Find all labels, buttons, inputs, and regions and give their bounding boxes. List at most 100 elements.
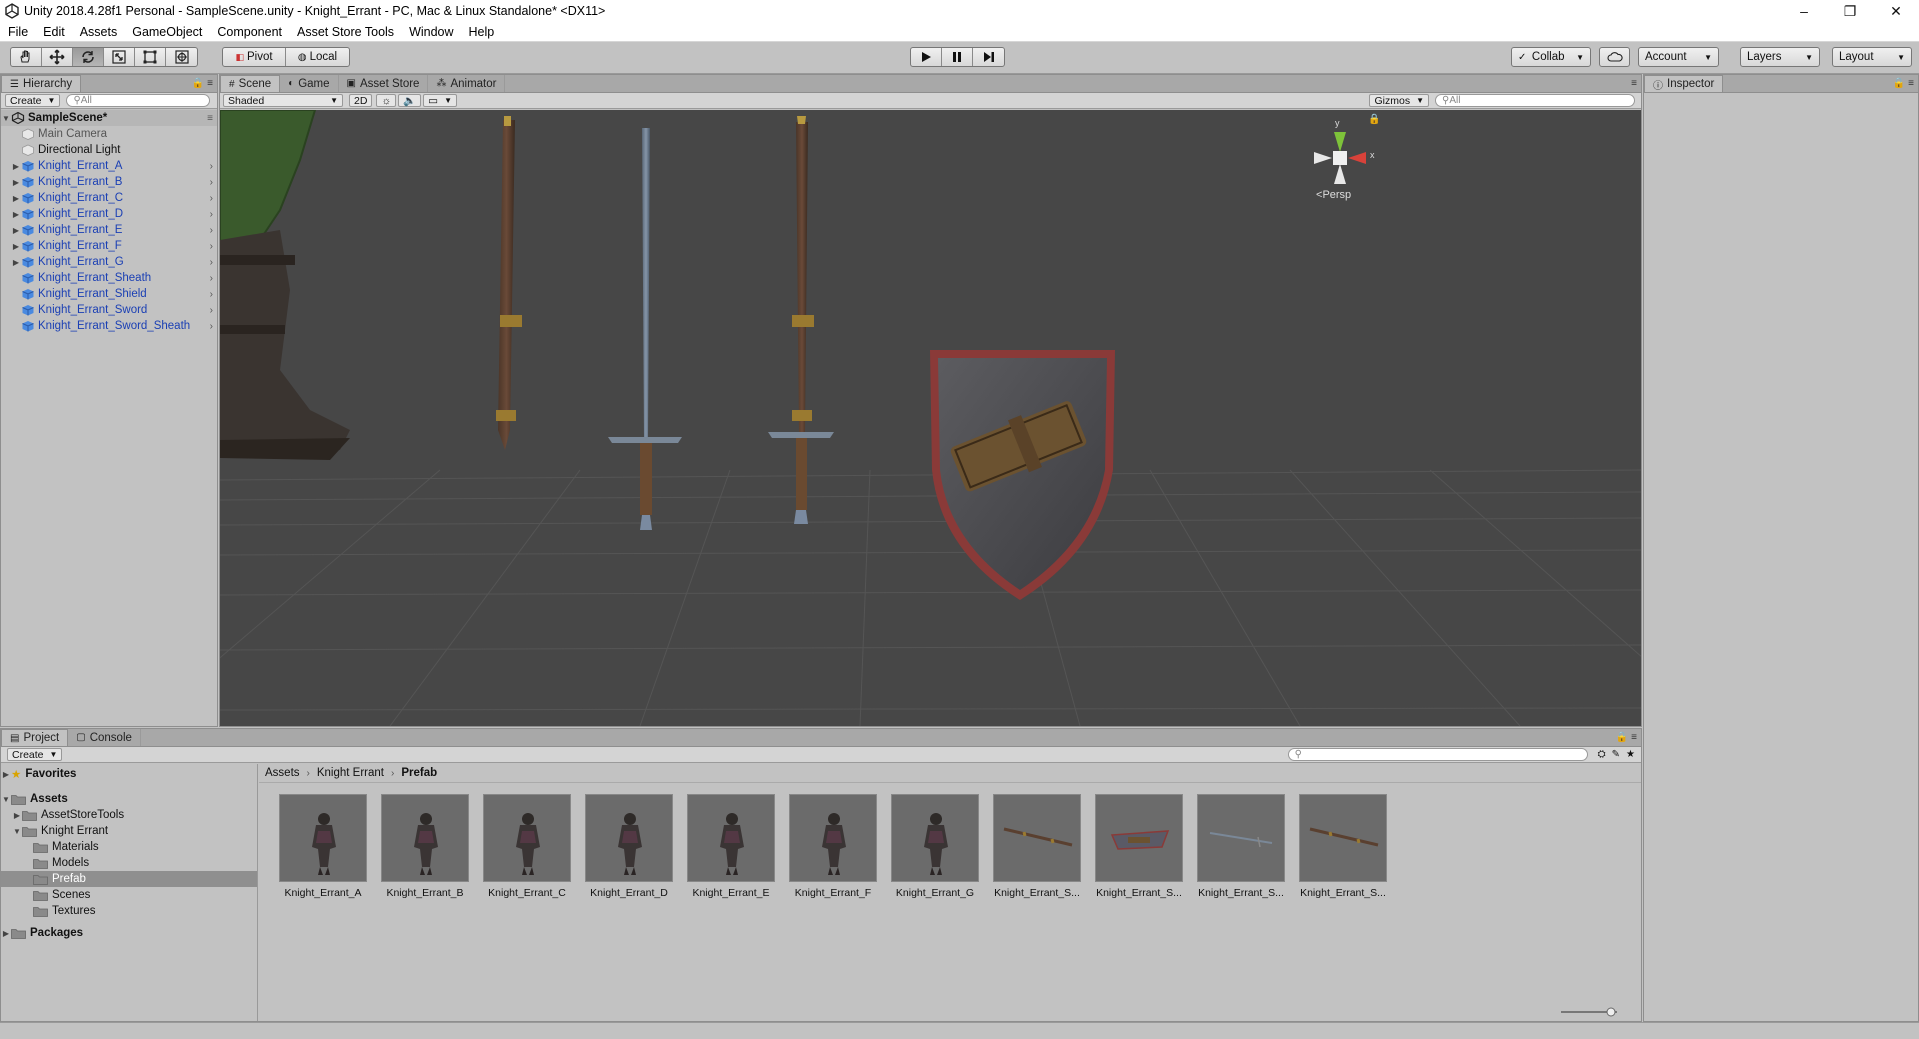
tab-console[interactable]: ▢ Console	[68, 729, 141, 746]
open-prefab-chevron-icon[interactable]: ›	[210, 289, 213, 300]
close-button[interactable]: ✕	[1873, 0, 1919, 22]
panel-lock-menu-icon[interactable]: 🔒 ≡	[1616, 732, 1637, 743]
2d-toggle-button[interactable]: 2D	[349, 94, 373, 107]
breadcrumb-assets[interactable]: Assets	[265, 767, 300, 779]
menu-help[interactable]: Help	[461, 25, 502, 39]
tab-inspector[interactable]: ⓘ Inspector	[1644, 75, 1724, 92]
panel-lock-menu-icon[interactable]: 🔒 ≡	[192, 78, 213, 89]
breadcrumb-knight-errant[interactable]: Knight Errant	[317, 767, 384, 779]
menu-assets[interactable]: Assets	[72, 25, 125, 39]
hierarchy-item[interactable]: Directional Light	[1, 142, 217, 158]
open-prefab-chevron-icon[interactable]: ›	[210, 209, 213, 220]
tab-asset-store[interactable]: ▣ Asset Store	[339, 75, 429, 92]
rotate-tool-button[interactable]	[73, 48, 104, 66]
expand-arrow-icon[interactable]: ▼	[1, 114, 11, 123]
pivot-button[interactable]: ◧ Pivot	[223, 48, 286, 66]
hierarchy-item[interactable]: Knight_Errant_Sheath ›	[1, 270, 217, 286]
lighting-toggle-button[interactable]: ☼	[376, 94, 397, 107]
asset-tile[interactable]: Knight_Errant_B	[374, 794, 476, 899]
hierarchy-item[interactable]: ▶ Knight_Errant_C ›	[1, 190, 217, 206]
move-tool-button[interactable]	[42, 48, 73, 66]
tab-scene[interactable]: # Scene	[220, 75, 281, 92]
open-prefab-chevron-icon[interactable]: ›	[210, 305, 213, 316]
project-folder-row[interactable]: ▼ Assets	[1, 791, 257, 807]
hierarchy-item[interactable]: ▶ Knight_Errant_E ›	[1, 222, 217, 238]
project-search-input[interactable]: ⚲	[1287, 748, 1588, 761]
asset-tile[interactable]: Knight_Errant_S...	[1190, 794, 1292, 899]
expand-arrow-icon[interactable]: ▶	[11, 210, 21, 219]
hierarchy-item[interactable]: ▶ Knight_Errant_A ›	[1, 158, 217, 174]
open-prefab-chevron-icon[interactable]: ›	[210, 225, 213, 236]
hierarchy-item[interactable]: ▶ Knight_Errant_F ›	[1, 238, 217, 254]
minimize-button[interactable]: –	[1781, 0, 1827, 22]
orientation-gizmo[interactable]	[1314, 132, 1366, 184]
open-prefab-chevron-icon[interactable]: ›	[210, 257, 213, 268]
hierarchy-create-dropdown[interactable]: Create ▼	[5, 94, 61, 107]
expand-arrow-icon[interactable]: ▶	[11, 226, 21, 235]
cloud-button[interactable]	[1599, 47, 1630, 67]
collab-dropdown[interactable]: ✓ Collab ▼	[1511, 47, 1591, 67]
expand-arrow-icon[interactable]: ▶	[11, 162, 21, 171]
expand-arrow-icon[interactable]: ▶	[12, 811, 22, 820]
menu-window[interactable]: Window	[401, 25, 460, 39]
gizmos-dropdown[interactable]: Gizmos ▼	[1369, 94, 1429, 107]
favorites-row[interactable]: ▶ ★ Favorites	[1, 766, 257, 782]
scene-root-row[interactable]: ▼ SampleScene* ≡	[1, 110, 217, 126]
tab-game[interactable]: ◐ Game	[280, 75, 339, 92]
hierarchy-search-input[interactable]: ⚲ All	[66, 94, 211, 107]
tab-project[interactable]: ▤ Project	[1, 729, 69, 746]
panel-lock-menu-icon[interactable]: 🔒 ≡	[1893, 78, 1914, 89]
open-prefab-chevron-icon[interactable]: ›	[210, 161, 213, 172]
play-button[interactable]	[911, 48, 942, 66]
project-folder-row[interactable]: Scenes	[1, 887, 257, 903]
hierarchy-item[interactable]: Knight_Errant_Shield ›	[1, 286, 217, 302]
scene-menu-icon[interactable]: ≡	[207, 113, 213, 124]
local-button[interactable]: ◍ Local	[286, 48, 349, 66]
open-prefab-chevron-icon[interactable]: ›	[210, 193, 213, 204]
asset-tile[interactable]: Knight_Errant_C	[476, 794, 578, 899]
hand-tool-button[interactable]	[11, 48, 42, 66]
asset-tile[interactable]: Knight_Errant_S...	[1088, 794, 1190, 899]
expand-arrow-icon[interactable]: ▼	[12, 827, 22, 836]
menu-gameobject[interactable]: GameObject	[124, 25, 209, 39]
project-folder-row[interactable]: ▶ Packages	[1, 925, 257, 941]
asset-tile[interactable]: Knight_Errant_D	[578, 794, 680, 899]
menu-asset-store-tools[interactable]: Asset Store Tools	[289, 25, 401, 39]
scene-viewport[interactable]: y x 🔒 <Persp	[220, 110, 1641, 726]
rect-tool-button[interactable]	[135, 48, 166, 66]
open-prefab-chevron-icon[interactable]: ›	[210, 321, 213, 332]
scale-tool-button[interactable]	[104, 48, 135, 66]
favorite-star-icon[interactable]: ★	[1626, 749, 1635, 760]
audio-toggle-button[interactable]: 🔈	[398, 94, 422, 107]
expand-arrow-icon[interactable]: ▶	[11, 178, 21, 187]
maximize-button[interactable]: ❐	[1827, 0, 1873, 22]
breadcrumb-prefab[interactable]: Prefab	[401, 767, 437, 779]
projection-toggle[interactable]: <Persp	[1316, 189, 1351, 201]
filter-by-type-icon[interactable]: ⛭	[1598, 749, 1606, 760]
hierarchy-item[interactable]: Knight_Errant_Sword ›	[1, 302, 217, 318]
project-folder-row[interactable]: Prefab	[1, 871, 257, 887]
asset-tile[interactable]: Knight_Errant_E	[680, 794, 782, 899]
effects-dropdown[interactable]: ▭ ▼	[423, 94, 457, 107]
layers-dropdown[interactable]: Layers ▼	[1740, 47, 1820, 67]
step-button[interactable]	[973, 48, 1004, 66]
hierarchy-item[interactable]: ▶ Knight_Errant_G ›	[1, 254, 217, 270]
expand-arrow-icon[interactable]: ▶	[11, 242, 21, 251]
open-prefab-chevron-icon[interactable]: ›	[210, 273, 213, 284]
expand-arrow-icon[interactable]: ▶	[1, 770, 11, 779]
open-prefab-chevron-icon[interactable]: ›	[210, 241, 213, 252]
tab-hierarchy[interactable]: ☰ Hierarchy	[1, 75, 82, 92]
project-folder-row[interactable]: Textures	[1, 903, 257, 919]
account-dropdown[interactable]: Account ▼	[1638, 47, 1719, 67]
project-folder-row[interactable]: Materials	[1, 839, 257, 855]
expand-arrow-icon[interactable]: ▶	[1, 929, 11, 938]
project-folder-row[interactable]: Models	[1, 855, 257, 871]
asset-tile[interactable]: Knight_Errant_S...	[1292, 794, 1394, 899]
asset-tile[interactable]: Knight_Errant_S...	[986, 794, 1088, 899]
filter-by-label-icon[interactable]: ✎	[1612, 749, 1620, 760]
hierarchy-item[interactable]: ▶ Knight_Errant_B ›	[1, 174, 217, 190]
asset-tile[interactable]: Knight_Errant_F	[782, 794, 884, 899]
menu-file[interactable]: File	[0, 25, 35, 39]
pause-button[interactable]	[942, 48, 973, 66]
expand-arrow-icon[interactable]: ▶	[11, 194, 21, 203]
